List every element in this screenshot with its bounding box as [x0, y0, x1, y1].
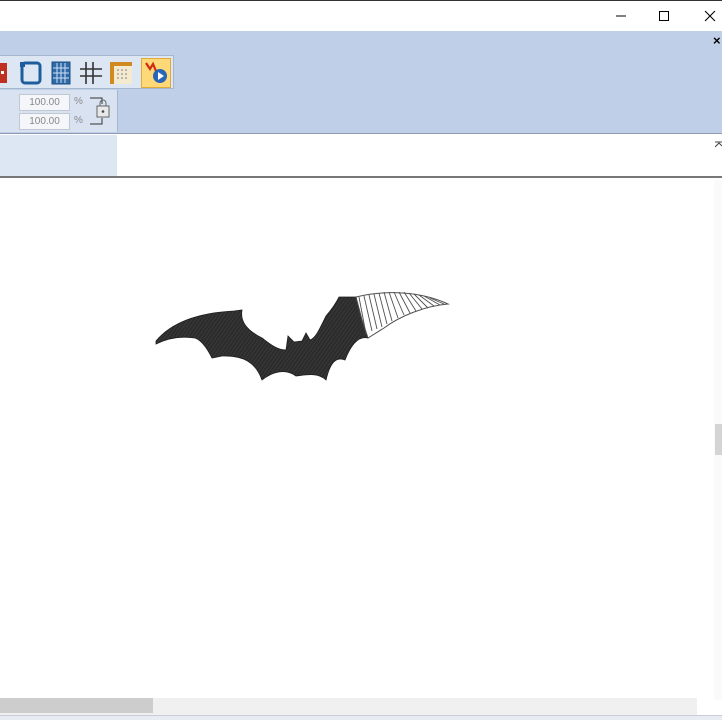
hoop-frame-button[interactable] — [19, 60, 45, 86]
close-icon — [704, 10, 716, 22]
bat-embroidery-design — [155, 291, 450, 381]
scale-x-unit: % — [74, 96, 83, 107]
aspect-lock-icon[interactable] — [88, 96, 114, 126]
minimize-button[interactable] — [598, 1, 644, 32]
stitch-simulator-button[interactable] — [141, 58, 171, 88]
vertical-scroll-thumb[interactable] — [715, 424, 722, 455]
bat-filled-region — [155, 296, 369, 381]
stitch-simulator-icon — [145, 61, 167, 83]
scale-y-unit: % — [74, 115, 83, 126]
status-bar — [0, 715, 722, 720]
secondary-toolbar-panel — [0, 135, 117, 176]
grid-lines-button[interactable] — [78, 60, 104, 86]
grid-sheet-icon — [51, 61, 71, 85]
ribbon: × 100.00 % 100.00 % — [0, 31, 722, 134]
maximize-button[interactable] — [641, 1, 687, 32]
stitch-pattern-button[interactable] — [0, 60, 20, 86]
horizontal-scroll-thumb[interactable] — [0, 698, 153, 713]
scale-y-input[interactable] — [19, 113, 70, 130]
secondary-toolbar — [0, 135, 722, 178]
grid-sheet-button[interactable] — [48, 60, 74, 86]
stitch-pattern-icon — [0, 63, 7, 83]
scale-x-input[interactable] — [19, 94, 70, 111]
maximize-icon — [659, 11, 669, 21]
ruler-grid-icon — [110, 62, 132, 84]
ribbon-close-button[interactable]: × — [713, 34, 722, 48]
ruler-grid-button[interactable] — [108, 60, 134, 86]
grid-lines-icon — [80, 62, 102, 84]
scroll-up-arrow-icon[interactable] — [715, 141, 722, 149]
title-bar — [0, 0, 722, 31]
scale-group: % % — [0, 90, 118, 132]
hoop-frame-icon — [20, 61, 42, 85]
minimize-icon — [616, 15, 626, 17]
view-tools-group — [0, 55, 174, 89]
design-canvas[interactable] — [0, 180, 714, 698]
bat-hatch-stitches — [358, 291, 445, 335]
close-button[interactable] — [687, 1, 722, 32]
